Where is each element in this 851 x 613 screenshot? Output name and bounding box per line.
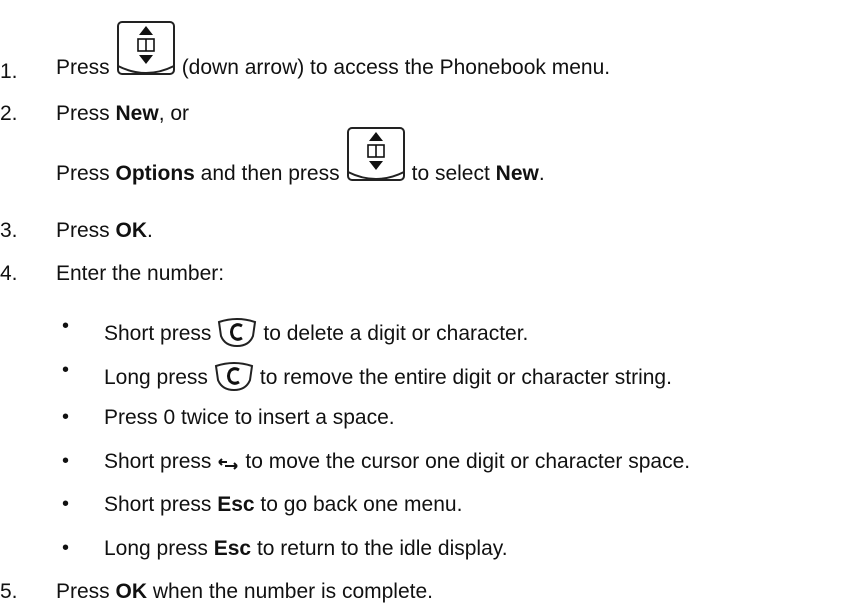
step-text: and then press <box>194 162 340 185</box>
bullet-text: to return to the idle display. <box>251 537 508 560</box>
cursor-arrow-icon <box>217 456 239 472</box>
clear-key-icon <box>212 360 256 392</box>
step-text: Press <box>56 56 110 79</box>
step-text: (down arrow) to access the Phonebook men… <box>181 56 611 79</box>
phonebook-nav-key-icon <box>114 20 178 78</box>
step-number: 2. <box>0 102 18 125</box>
key-label-esc: Esc <box>217 493 255 516</box>
bullet-text: Short press <box>104 450 212 473</box>
bullet-text: Long press <box>104 366 208 389</box>
step-number: 4. <box>0 262 18 285</box>
bullet: • <box>62 537 70 559</box>
bullet-text: Long press <box>104 537 214 560</box>
bullet: • <box>62 450 70 472</box>
key-label-ok: OK <box>115 219 148 242</box>
key-label-new: New <box>115 102 159 125</box>
bullet-text: to move the cursor one digit or characte… <box>245 450 691 473</box>
bullet-text: to delete a digit or character. <box>263 322 529 345</box>
bullet-text: Short press <box>104 322 212 345</box>
step-text: . <box>147 219 153 242</box>
step-text: Press <box>56 102 116 125</box>
key-label-esc: Esc <box>213 537 252 560</box>
step-text: . <box>538 162 545 185</box>
step-text: Press <box>56 219 116 242</box>
bullet: • <box>62 406 70 428</box>
bullet: • <box>62 359 70 381</box>
step-text: Enter the number: <box>56 262 225 285</box>
bullet: • <box>62 315 70 337</box>
key-label-options: Options <box>115 162 195 185</box>
step-text: to select <box>411 162 496 185</box>
bullet: • <box>62 493 70 515</box>
bullet-text: to remove the entire digit or character … <box>259 366 672 389</box>
step-text: when the number is complete. <box>147 580 433 603</box>
step-text: Press <box>56 580 116 603</box>
clear-key-icon <box>215 316 259 348</box>
phonebook-nav-key-icon <box>344 126 408 184</box>
key-label-ok: OK <box>115 580 148 603</box>
bullet-text: Press 0 twice to insert a space. <box>104 406 395 429</box>
step-number: 3. <box>0 219 18 242</box>
step-text: Press <box>56 162 116 185</box>
key-label-new: New <box>495 162 539 185</box>
bullet-text: to go back one menu. <box>254 493 463 516</box>
bullet-text: Short press <box>104 493 218 516</box>
step-number: 1. <box>0 60 18 83</box>
step-number: 5. <box>0 580 18 603</box>
step-text: , or <box>158 102 190 125</box>
